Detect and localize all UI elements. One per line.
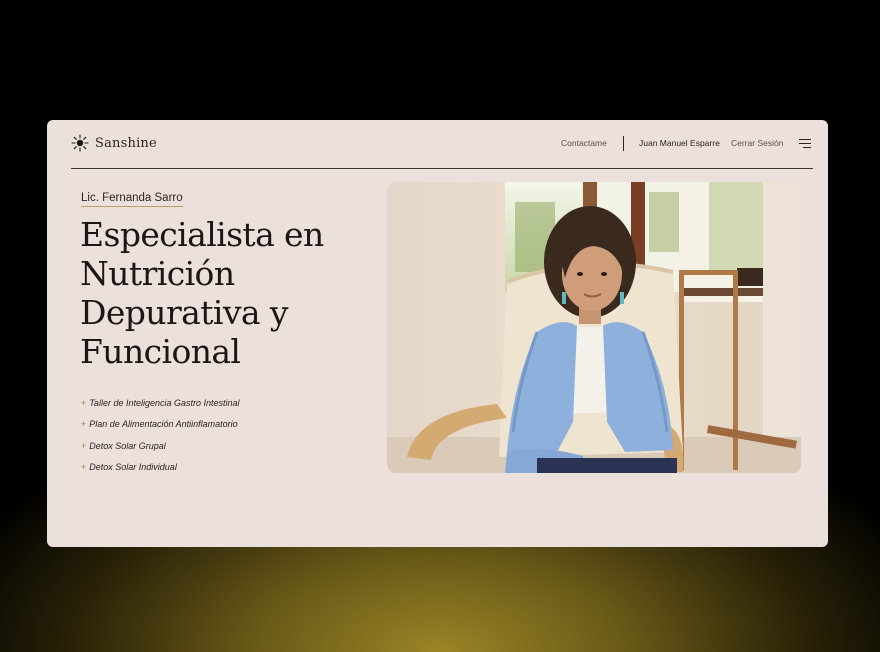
service-item[interactable]: + Taller de Inteligencia Gastro Intestin… bbox=[81, 392, 240, 414]
landing-card: Sanshine Contactame Juan Manuel Esparre … bbox=[47, 120, 828, 547]
service-label: Detox Solar Individual bbox=[89, 462, 177, 473]
plus-icon: + bbox=[81, 419, 87, 430]
hamburger-icon[interactable] bbox=[799, 139, 811, 149]
doctor-name: Lic. Fernanda Sarro bbox=[81, 192, 183, 207]
brand-name: Sanshine bbox=[95, 135, 157, 151]
plus-icon: + bbox=[81, 462, 87, 473]
page-title: Especialista en Nutrición Depurativa y F… bbox=[80, 215, 324, 371]
service-item[interactable]: + Plan de Alimentación Antiinflamatorio bbox=[81, 414, 240, 436]
plus-icon: + bbox=[81, 397, 87, 408]
service-label: Detox Solar Grupal bbox=[89, 440, 166, 451]
contact-link[interactable]: Contactame bbox=[561, 138, 607, 148]
service-item[interactable]: + Detox Solar Individual bbox=[81, 457, 240, 479]
portrait-illustration bbox=[387, 182, 801, 473]
user-name-link[interactable]: Juan Manuel Esparre bbox=[639, 138, 720, 148]
top-nav: Sanshine Contactame Juan Manuel Esparre … bbox=[47, 120, 828, 168]
logout-link[interactable]: Cerrar Sesión bbox=[731, 138, 783, 148]
sun-icon bbox=[71, 134, 89, 152]
service-label: Taller de Inteligencia Gastro Intestinal bbox=[89, 397, 240, 408]
nav-rule bbox=[71, 168, 813, 169]
brand-logo[interactable]: Sanshine bbox=[71, 134, 157, 152]
service-item[interactable]: + Detox Solar Grupal bbox=[81, 435, 240, 457]
nav-divider bbox=[623, 136, 624, 151]
hero-photo bbox=[387, 182, 801, 473]
services-list: + Taller de Inteligencia Gastro Intestin… bbox=[81, 392, 240, 478]
service-label: Plan de Alimentación Antiinflamatorio bbox=[89, 419, 238, 430]
plus-icon: + bbox=[81, 440, 87, 451]
